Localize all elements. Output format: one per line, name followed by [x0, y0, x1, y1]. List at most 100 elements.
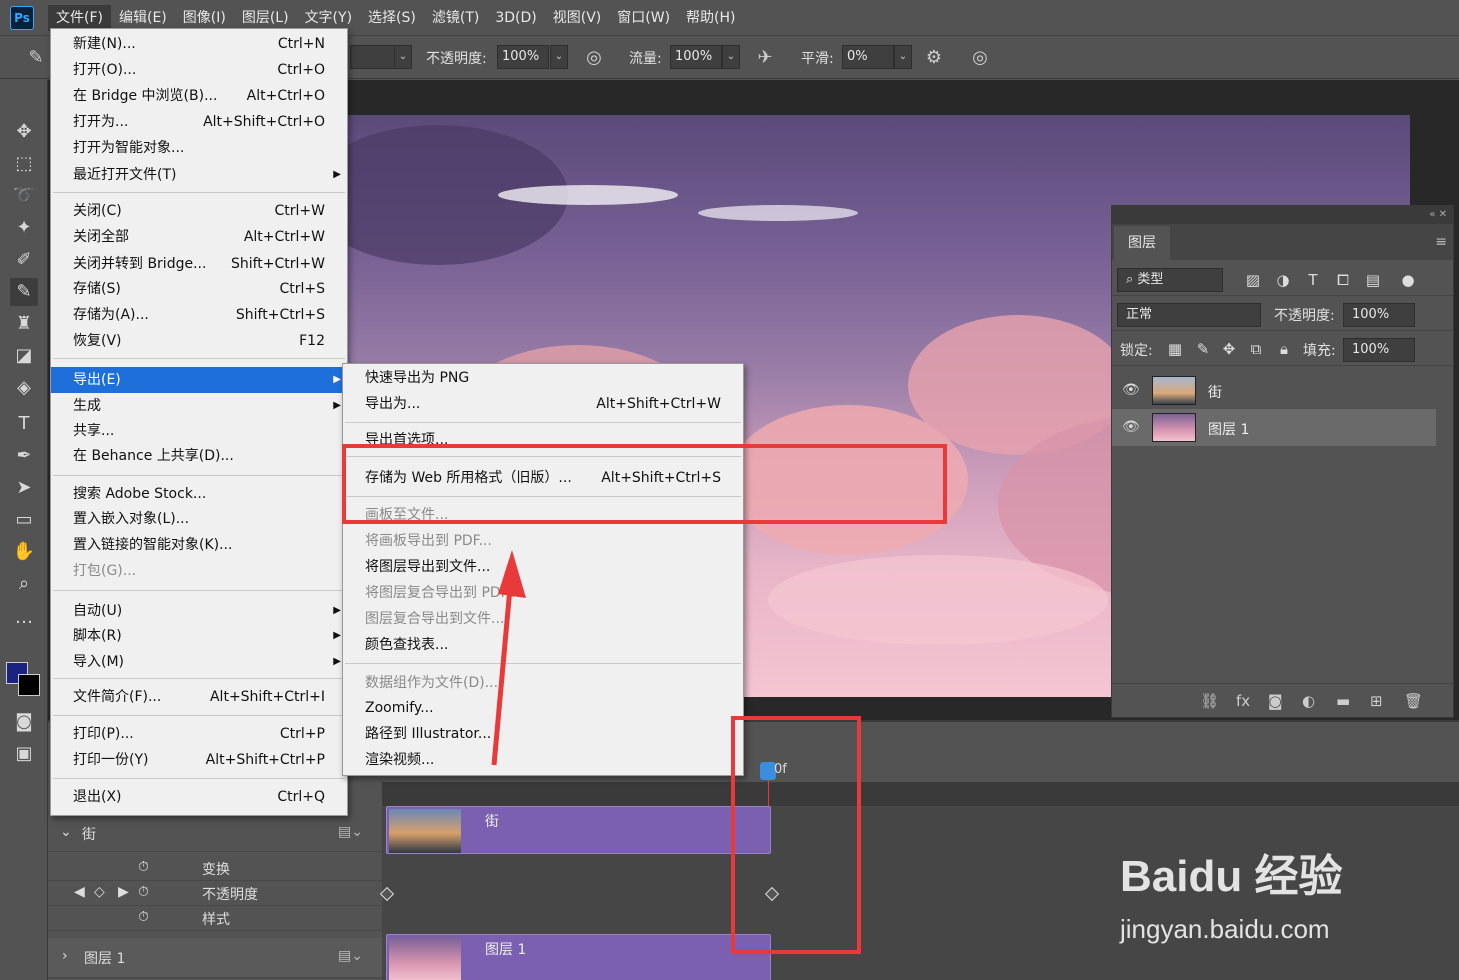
paint-bucket-icon[interactable]: ◈ [10, 374, 38, 402]
brush-tool-icon[interactable]: ✎ [10, 278, 38, 306]
menu-item-share[interactable]: 共享... [51, 418, 347, 444]
filter-toggle-icon[interactable]: ● [1399, 271, 1417, 289]
pressure-size-icon[interactable]: ◎ [968, 46, 992, 70]
fill-input[interactable]: 100% [1343, 338, 1415, 362]
lasso-tool-icon[interactable]: ➰ [10, 182, 38, 210]
stamp-tool-icon[interactable]: ♜ [10, 310, 38, 338]
menu-item-zoomify[interactable]: Zoomify... [343, 695, 743, 721]
zoom-tool-icon[interactable]: ⌕ [10, 570, 38, 598]
new-layer-icon[interactable]: ⊞ [1370, 692, 1383, 710]
menu-help[interactable]: 帮助(H) [678, 5, 743, 31]
menu-item-render-video[interactable]: 渲染视频... [343, 747, 743, 773]
track-group-row[interactable]: › 图层 1 ▤⌄ [48, 938, 382, 978]
collapse-chevron-icon[interactable]: › [62, 948, 68, 964]
menu-item-share-behance[interactable]: 在 Behance 上共享(D)... [51, 443, 347, 469]
menu-item-export-as[interactable]: 导出为... Alt+Shift+Ctrl+W [343, 391, 743, 417]
link-layers-icon[interactable]: ⛓ [1200, 692, 1219, 710]
menu-item-print-one[interactable]: 打印一份(Y) Alt+Shift+Ctrl+P [51, 747, 347, 773]
add-keyframe-icon[interactable]: ◇ [94, 884, 105, 900]
screen-mode-icon[interactable]: ▣ [10, 740, 38, 768]
mode-field[interactable] [350, 45, 396, 69]
filter-adjustment-icon[interactable]: ◑ [1274, 271, 1292, 289]
menu-item-layers-to-files[interactable]: 将图层导出到文件... [343, 554, 743, 580]
film-icon[interactable]: ▤⌄ [338, 824, 363, 840]
smooth-input[interactable]: 0% [842, 45, 894, 69]
background-color-swatch[interactable] [18, 674, 40, 696]
menu-item-browse-bridge[interactable]: 在 Bridge 中浏览(B)... Alt+Ctrl+O [51, 83, 347, 109]
lock-all-icon[interactable]: 🔒︎ [1275, 340, 1293, 358]
menu-item-scripts[interactable]: 脚本(R) ▶ [51, 623, 347, 649]
airbrush-icon[interactable]: ✈ [753, 46, 777, 70]
hand-tool-icon[interactable]: ✋ [10, 538, 38, 566]
stopwatch-icon[interactable]: ⏱︎ [138, 859, 149, 875]
menu-item-new[interactable]: 新建(N)... Ctrl+N [51, 31, 347, 57]
tab-layers[interactable]: 图层 [1114, 226, 1170, 260]
menu-window[interactable]: 窗口(W) [609, 5, 678, 31]
menu-item-exit[interactable]: 退出(X) Ctrl+Q [51, 784, 347, 810]
layer-row[interactable]: 👁︎ 图层 1 [1112, 409, 1436, 446]
menu-item-recent[interactable]: 最近打开文件(T) ▶ [51, 162, 347, 188]
panel-menu-icon[interactable]: ≡ [1435, 234, 1447, 250]
gear-icon[interactable]: ⚙ [922, 46, 946, 70]
video-clip[interactable]: 图层 1 [386, 934, 771, 980]
smooth-dropdown-icon[interactable]: ⌄ [894, 45, 912, 69]
menu-item-close[interactable]: 关闭(C) Ctrl+W [51, 198, 347, 224]
menu-item-package[interactable]: 打包(G)... [51, 558, 347, 584]
menu-item-open-as[interactable]: 打开为... Alt+Shift+Ctrl+O [51, 109, 347, 135]
flow-dropdown-icon[interactable]: ⌄ [722, 45, 740, 69]
menu-item-search-stock[interactable]: 搜索 Adobe Stock... [51, 481, 347, 507]
filter-smart-object-icon[interactable]: ▤ [1364, 271, 1382, 289]
lock-pixels-icon[interactable]: ✎ [1194, 340, 1212, 358]
menu-item-color-lookup[interactable]: 颜色查找表... [343, 632, 743, 658]
menu-item-paths-to-illustrator[interactable]: 路径到 Illustrator... [343, 721, 743, 747]
stopwatch-icon[interactable]: ⏱︎ [138, 884, 149, 900]
expand-chevron-icon[interactable]: ⌄ [60, 824, 72, 840]
opacity-input[interactable]: 100% [497, 45, 549, 69]
menu-3d[interactable]: 3D(D) [487, 5, 544, 31]
pen-tool-icon[interactable]: ✒ [10, 442, 38, 470]
lock-artboard-icon[interactable]: ⧉ [1247, 340, 1265, 358]
menu-item-data-sets[interactable]: 数据组作为文件(D)... [343, 670, 743, 696]
menu-item-close-goto-bridge[interactable]: 关闭并转到 Bridge... Shift+Ctrl+W [51, 251, 347, 277]
lock-transparent-icon[interactable]: ▦ [1166, 340, 1184, 358]
menu-type[interactable]: 文字(Y) [297, 5, 360, 31]
mode-dropdown-icon[interactable]: ⌄ [394, 45, 412, 69]
magic-wand-icon[interactable]: ✦ [10, 214, 38, 242]
menu-item-place-linked[interactable]: 置入链接的智能对象(K)... [51, 532, 347, 558]
menu-select[interactable]: 选择(S) [360, 5, 424, 31]
marquee-tool-icon[interactable]: ⬚ [10, 150, 38, 178]
pressure-opacity-icon[interactable]: ◎ [582, 46, 606, 70]
film-icon[interactable]: ▤⌄ [338, 948, 363, 964]
menu-item-open-smart-object[interactable]: 打开为智能对象... [51, 135, 347, 161]
menu-item-save-as[interactable]: 存储为(A)... Shift+Ctrl+S [51, 302, 347, 328]
add-mask-icon[interactable]: ◙ [1268, 692, 1283, 710]
more-tools-icon[interactable]: … [10, 604, 38, 632]
layer-row[interactable]: 👁︎ 街 [1112, 372, 1436, 409]
menu-item-layer-comps-to-pdf[interactable]: 将图层复合导出到 PDF... [343, 580, 743, 606]
menu-item-artboards-to-pdf[interactable]: 将画板导出到 PDF... [343, 528, 743, 554]
menu-item-close-all[interactable]: 关闭全部 Alt+Ctrl+W [51, 224, 347, 250]
selection-arrow-icon[interactable]: ➤ [10, 474, 38, 502]
eraser-tool-icon[interactable]: ◪ [10, 342, 38, 370]
menu-item-revert[interactable]: 恢复(V) F12 [51, 328, 347, 354]
opacity-dropdown-icon[interactable]: ⌄ [550, 45, 568, 69]
quick-mask-icon[interactable]: ◙ [10, 708, 38, 736]
menu-item-import[interactable]: 导入(M) ▶ [51, 649, 347, 675]
filter-type-icon[interactable]: T [1304, 271, 1322, 289]
delete-layer-icon[interactable]: 🗑︎ [1404, 692, 1423, 710]
blend-mode-select[interactable]: 正常 [1117, 303, 1261, 327]
menu-item-quick-export-png[interactable]: 快速导出为 PNG [343, 365, 743, 391]
adjustment-layer-icon[interactable]: ◐ [1302, 692, 1315, 710]
menu-filter[interactable]: 滤镜(T) [424, 5, 487, 31]
layer-name[interactable]: 图层 1 [1208, 419, 1249, 439]
video-clip[interactable]: 街 [386, 806, 771, 854]
menu-item-automate[interactable]: 自动(U) ▶ [51, 598, 347, 624]
move-tool-icon[interactable]: ✥ [10, 118, 38, 146]
layer-opacity-input[interactable]: 100% [1343, 303, 1415, 327]
brush-tool-icon[interactable]: ✎ [24, 46, 48, 70]
rectangle-tool-icon[interactable]: ▭ [10, 506, 38, 534]
menu-item-generate[interactable]: 生成 ▶ [51, 393, 347, 419]
new-group-icon[interactable]: ▬ [1336, 692, 1350, 710]
next-keyframe-icon[interactable]: ▶ [118, 884, 129, 900]
filter-kind-select[interactable]: ⌕ 类型 [1117, 268, 1223, 292]
